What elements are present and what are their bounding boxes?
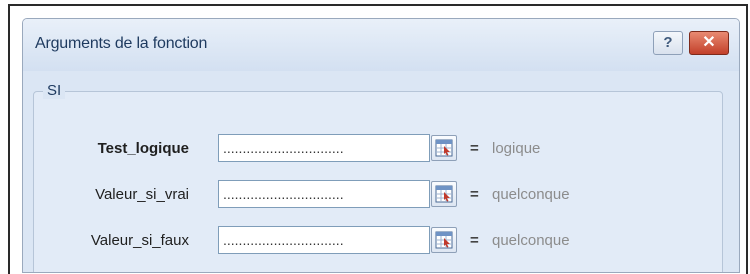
argument-result: quelconque [492,232,570,249]
test-logique-input[interactable] [218,134,430,162]
argument-result: logique [492,140,541,157]
range-selector-button[interactable] [431,135,457,161]
dialog-title: Arguments de la fonction [35,35,208,52]
collapse-dialog-range-icon [435,185,453,203]
argument-result: quelconque [492,186,570,203]
range-selector-button[interactable] [431,227,457,253]
close-icon: ✕ [702,34,716,51]
function-arguments-group: Test_logique = logique Valeur_si_vrai [33,91,723,272]
valeur-si-vrai-input[interactable] [218,180,430,208]
argument-label: Valeur_si_faux [90,232,189,249]
close-button[interactable]: ✕ [689,31,729,55]
valeur-si-faux-input[interactable] [218,226,430,254]
function-arguments-dialog: Arguments de la fonction ? ✕ Test_logiqu… [22,18,740,273]
argument-row-test-logique: Test_logique = logique [34,134,734,164]
dialog-titlebar: Arguments de la fonction ? ✕ [23,19,739,71]
argument-label: Valeur_si_vrai [95,186,189,203]
equals-sign: = [470,186,479,203]
collapse-dialog-range-icon [435,139,453,157]
range-selector-button[interactable] [431,181,457,207]
help-button[interactable]: ? [653,31,683,55]
function-name: SI [43,82,66,99]
argument-row-valeur-si-vrai: Valeur_si_vrai = quelconque [34,180,734,210]
equals-sign: = [470,232,479,249]
help-icon: ? [663,34,673,51]
argument-label: Test_logique [97,140,189,157]
argument-row-valeur-si-faux: Valeur_si_faux = quelconque [34,226,734,256]
equals-sign: = [470,140,479,157]
collapse-dialog-range-icon [435,231,453,249]
